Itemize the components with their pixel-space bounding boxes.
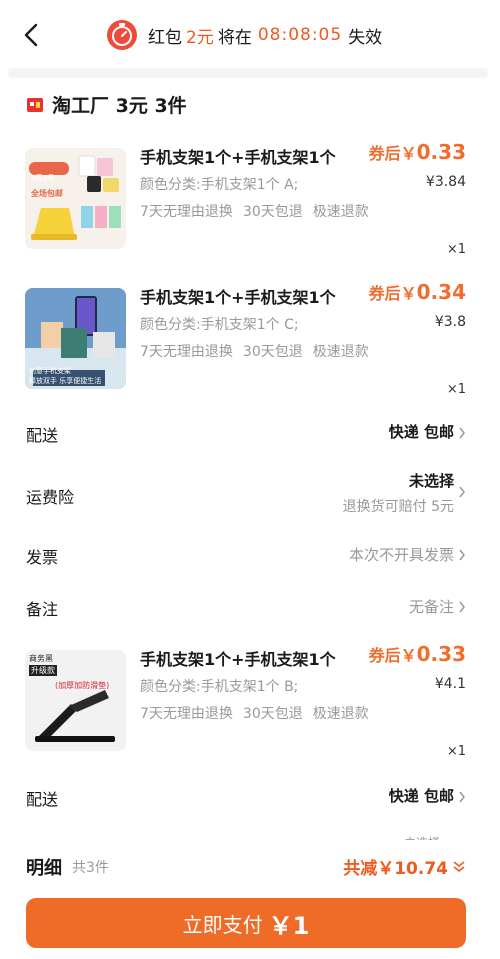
price-prefix: 券后￥: [368, 646, 417, 665]
checkout-bar: 未选择 明细 共3件 共减￥10.74 立即支付 ￥1: [0, 836, 500, 959]
red-packet-amount: 2元: [186, 27, 214, 48]
note-value: 无备注: [408, 598, 454, 616]
price-prefix: 券后￥: [368, 144, 417, 163]
chevron-left-icon: [24, 23, 38, 47]
insurance-value: 未选择: [408, 472, 454, 490]
quantity: ×1: [446, 744, 466, 759]
timer-mid: 将在: [217, 27, 252, 48]
header-divider: [8, 68, 488, 78]
shop-header[interactable]: 淘工厂 3元 3件: [26, 90, 187, 118]
note-row[interactable]: 备注 无备注: [0, 582, 500, 630]
thumb-badge: 创意手机支架: [29, 367, 71, 375]
thumb-badge: 3元3件: [31, 174, 55, 182]
pay-now-button[interactable]: 立即支付 ￥1: [26, 898, 466, 948]
original-price: ¥3.84: [425, 174, 466, 190]
product-title[interactable]: 手机支架1个+手机支架1个: [140, 284, 336, 308]
shop-name: 淘工厂 3元 3件: [52, 94, 187, 117]
delivery-row[interactable]: 配送 快递 包邮: [0, 408, 500, 456]
shop-icon: [27, 98, 43, 112]
chevron-right-icon: [459, 427, 465, 439]
quantity: ×1: [446, 242, 466, 257]
coupon-price: 券后￥0.33: [369, 140, 466, 164]
delivery-label: 配送: [26, 790, 59, 809]
double-chevron-down-icon: [453, 860, 465, 872]
invoice-row[interactable]: 发票 本次不开具发票: [0, 530, 500, 578]
service-tag: 30天包退: [242, 706, 303, 722]
insurance-sub: 退换货可赔付 5元: [342, 499, 454, 515]
price-prefix: 券后￥: [368, 284, 417, 303]
red-packet-clock-icon: [107, 20, 137, 50]
product-title[interactable]: 手机支架1个+手机支架1个: [140, 646, 336, 670]
pay-amount: ￥1: [268, 911, 310, 940]
delivery-label: 配送: [26, 426, 59, 445]
service-tag: 极速退款: [312, 204, 369, 220]
service-tags: 7天无理由退换 30天包退 极速退款: [140, 201, 379, 221]
invoice-label: 发票: [26, 548, 59, 567]
discount-value: 共减￥10.74: [343, 859, 448, 879]
service-tag: 7天无理由退换: [140, 706, 233, 722]
price-value: 0.33: [416, 140, 466, 164]
order-item[interactable]: 创意手机支架 释放双手 乐享便捷生活 手机支架1个+手机支架1个 券后￥0.34…: [0, 278, 500, 398]
delivery-value: 快递 包邮: [388, 423, 454, 441]
price-value: 0.33: [416, 642, 466, 666]
insurance-label: 运费险: [26, 488, 75, 507]
thumb-sub: 全场包邮: [31, 189, 63, 198]
product-title[interactable]: 手机支架1个+手机支架1个: [140, 144, 336, 168]
chevron-right-icon: [459, 791, 465, 803]
product-thumbnail[interactable]: 商务黑 升级款 (加厚加防滑垫): [25, 650, 126, 751]
shipping-insurance-row[interactable]: 运费险 未选择 退换货可赔付 5元: [0, 462, 500, 522]
product-thumbnail[interactable]: 创意手机支架 释放双手 乐享便捷生活: [25, 288, 126, 389]
chevron-right-icon: [459, 601, 465, 613]
item-count: 共3件: [72, 860, 109, 876]
sku-spec[interactable]: 颜色分类:手机支架1个 A;: [140, 174, 298, 194]
coupon-price: 券后￥0.33: [369, 642, 466, 666]
pay-label: 立即支付: [182, 912, 263, 937]
invoice-value: 本次不开具发票: [348, 546, 454, 564]
delivery-row[interactable]: 配送 快递 包邮: [0, 772, 500, 820]
thumb-badge-2: 升级款: [29, 665, 57, 676]
coupon-price: 券后￥0.34: [369, 280, 466, 304]
top-bar: 红包 2元 将在 08:08:05 失效: [0, 0, 500, 78]
countdown-time: 08:08:05: [257, 25, 343, 45]
service-tag: 30天包退: [242, 204, 303, 220]
chevron-right-icon: [459, 549, 465, 561]
service-tag: 30天包退: [242, 344, 303, 360]
service-tag: 极速退款: [312, 344, 369, 360]
red-packet-timer: 红包 2元 将在 08:08:05 失效: [106, 17, 382, 53]
sku-spec[interactable]: 颜色分类:手机支架1个 B;: [140, 676, 298, 696]
order-item[interactable]: 商务黑 升级款 (加厚加防滑垫) 手机支架1个+手机支架1个 券后￥0.33 颜…: [0, 640, 500, 760]
original-price: ¥4.1: [434, 676, 466, 692]
service-tag: 7天无理由退换: [140, 204, 233, 220]
thumb-badge: 商务黑: [29, 654, 53, 663]
detail-label[interactable]: 明细: [26, 854, 62, 880]
peek-text: 未选择: [404, 834, 440, 840]
price-value: 0.34: [416, 280, 466, 304]
order-item[interactable]: 3元3件 全场包邮 手机支架1个+手机支架1个 券后￥0.33 颜色分类:手机支…: [0, 138, 500, 258]
service-tags: 7天无理由退换 30天包退 极速退款: [140, 341, 379, 361]
sku-spec[interactable]: 颜色分类:手机支架1个 C;: [140, 314, 299, 334]
note-label: 备注: [26, 600, 59, 619]
chevron-right-icon: [459, 486, 465, 498]
timer-suffix: 失效: [348, 27, 383, 48]
delivery-value: 快递 包邮: [388, 787, 454, 805]
service-tag: 极速退款: [312, 706, 369, 722]
original-price: ¥3.8: [434, 314, 466, 330]
service-tag: 7天无理由退换: [140, 344, 233, 360]
service-tags: 7天无理由退换 30天包退 极速退款: [140, 703, 379, 723]
timer-prefix: 红包: [148, 27, 182, 48]
thumb-sub: (加厚加防滑垫): [55, 681, 110, 690]
back-button[interactable]: [20, 20, 44, 50]
product-thumbnail[interactable]: 3元3件 全场包邮: [25, 148, 126, 249]
quantity: ×1: [446, 382, 466, 397]
total-discount[interactable]: 共减￥10.74: [343, 854, 466, 879]
thumb-sub: 释放双手 乐享便捷生活: [29, 377, 102, 385]
